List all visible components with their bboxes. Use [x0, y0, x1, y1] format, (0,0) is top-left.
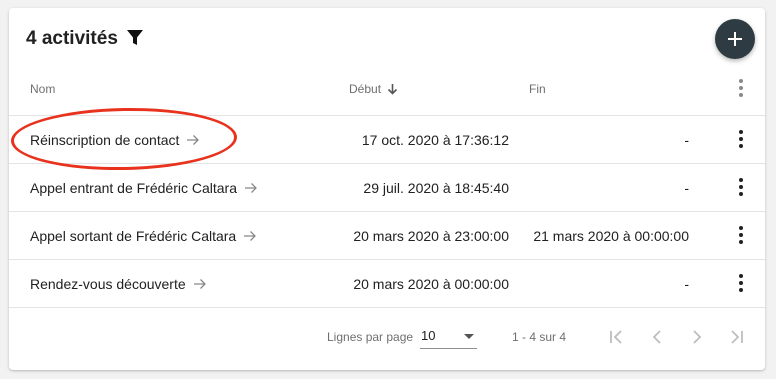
activity-end: -: [684, 131, 689, 148]
rows-per-page-label: Lignes par page: [327, 330, 414, 344]
activity-end: 21 mars 2020 à 00:00:00: [533, 227, 689, 244]
arrow-right-icon[interactable]: [193, 278, 207, 290]
row-menu-icon[interactable]: [731, 225, 751, 245]
activity-start: 20 mars 2020 à 23:00:00: [353, 227, 509, 244]
page-title: 4 activités: [26, 28, 118, 49]
rows-per-page-select[interactable]: 10: [420, 326, 477, 349]
next-page-icon[interactable]: [686, 326, 708, 348]
column-header-start[interactable]: Début: [349, 82, 398, 96]
row-menu-icon[interactable]: [731, 129, 751, 149]
arrow-right-icon[interactable]: [244, 182, 258, 194]
rows-per-page-value: 10: [421, 328, 436, 343]
chevron-down-icon: [464, 334, 474, 339]
activities-card: 4 activités Nom Début Fin Réinscription …: [9, 8, 765, 370]
filter-icon[interactable]: [126, 29, 144, 47]
activity-start: 29 juil. 2020 à 18:45:40: [363, 179, 509, 196]
activity-end: -: [684, 275, 689, 292]
activity-start: 20 mars 2020 à 00:00:00: [353, 275, 509, 292]
activity-name[interactable]: Appel entrant de Frédéric Caltara: [30, 164, 258, 211]
activity-name[interactable]: Rendez-vous découverte: [30, 260, 207, 307]
activity-start: 17 oct. 2020 à 17:36:12: [361, 131, 509, 148]
columns-menu-icon[interactable]: [731, 78, 751, 98]
pagination-range: 1 - 4 sur 4: [512, 330, 567, 344]
plus-icon: [728, 32, 742, 46]
activity-end: -: [684, 179, 689, 196]
activity-name[interactable]: Appel sortant de Frédéric Caltara: [30, 212, 257, 259]
column-header-name[interactable]: Nom: [30, 82, 55, 96]
column-header-start-label: Début: [349, 82, 382, 96]
table-row[interactable]: Appel sortant de Frédéric Caltara 20 mar…: [9, 212, 765, 259]
arrow-right-icon[interactable]: [243, 230, 257, 242]
row-menu-icon[interactable]: [731, 177, 751, 197]
prev-page-icon[interactable]: [646, 326, 668, 348]
first-page-icon[interactable]: [606, 326, 628, 348]
arrow-down-icon: [387, 84, 398, 95]
divider: [9, 307, 765, 308]
row-menu-icon[interactable]: [731, 273, 751, 293]
table-row[interactable]: Rendez-vous découverte 20 mars 2020 à 00…: [9, 260, 765, 307]
last-page-icon[interactable]: [725, 326, 747, 348]
column-header-end[interactable]: Fin: [529, 82, 546, 96]
add-activity-button[interactable]: [715, 19, 755, 59]
table-row[interactable]: Appel entrant de Frédéric Caltara 29 jui…: [9, 164, 765, 211]
